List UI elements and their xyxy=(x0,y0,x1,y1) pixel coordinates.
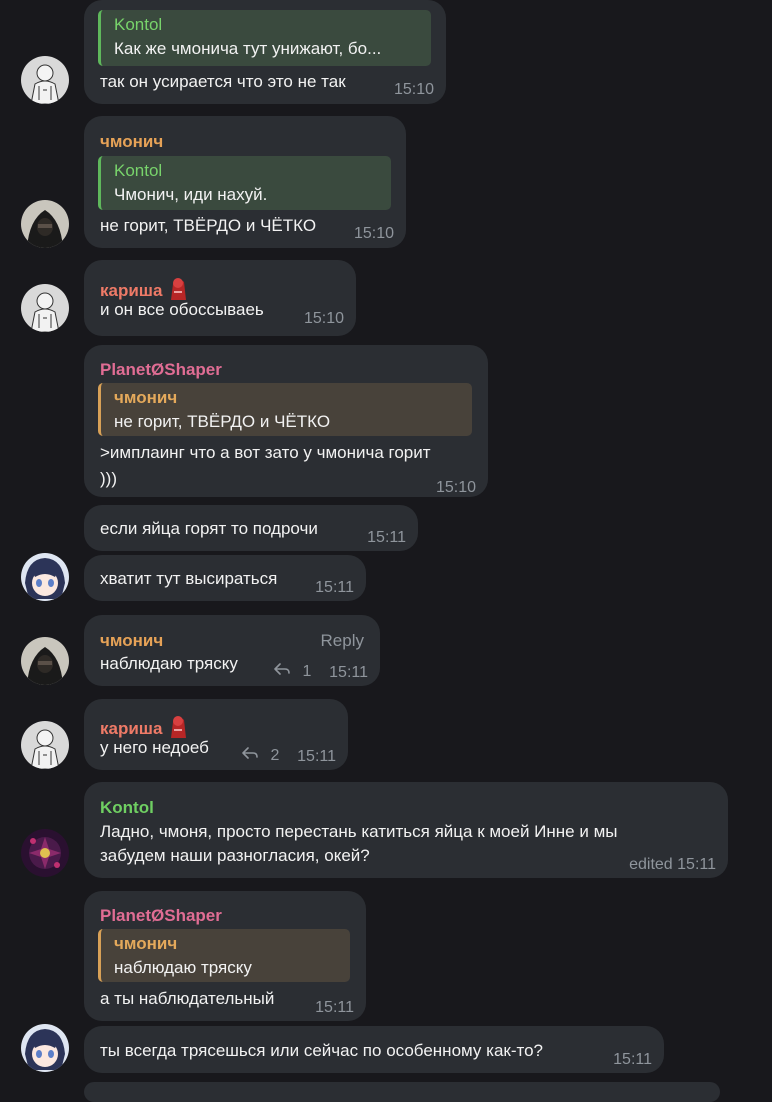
quote-text: Как же чмонича тут унижают, бо... xyxy=(114,39,382,58)
message-bubble[interactable]: чмонич Kontol Чмонич, иди нахуй. не гори… xyxy=(84,116,406,248)
message-text-line-2: забудем наши разногласия, окей? xyxy=(100,846,370,865)
avatar-planetshaper[interactable] xyxy=(21,1024,69,1072)
replies-indicator[interactable]: 2 xyxy=(242,744,279,768)
message-time: 15:11 xyxy=(297,748,336,765)
message-time: 15:11 xyxy=(329,664,368,681)
avatar-kontol[interactable] xyxy=(21,829,69,877)
quote-text: наблюдаю тряску xyxy=(114,958,252,977)
reply-quote[interactable]: чмонич наблюдаю тряску xyxy=(98,929,350,982)
message-text-line-1: Ладно, чмоня, просто перестань катиться … xyxy=(100,822,618,841)
message-time: 15:11 xyxy=(315,579,354,596)
reply-button[interactable]: Reply xyxy=(321,629,364,653)
replies-count: 1 xyxy=(302,663,312,680)
message-text: так он усирается что это не так xyxy=(100,72,346,91)
reply-arrow-icon xyxy=(242,747,258,764)
avatar-image xyxy=(21,284,69,332)
message-text: если яйца горят то подрочи xyxy=(100,519,318,538)
quote-sender: чмонич xyxy=(114,388,178,407)
message-bubble[interactable]: кариша и он все обоссываеь 15:10 xyxy=(84,260,356,336)
message-text: а ты наблюдательный xyxy=(100,989,275,1008)
avatar-karisha[interactable] xyxy=(21,721,69,769)
avatar-karisha[interactable] xyxy=(21,56,69,104)
message-time: 15:10 xyxy=(393,81,434,98)
message-time: edited 15:11 xyxy=(629,856,716,873)
replies-indicator[interactable]: 1 xyxy=(274,660,311,684)
message-bubble[interactable]: Kontol Ладно, чмоня, просто перестань ка… xyxy=(84,782,728,878)
quote-text: не горит, ТВЁРДО и ЧЁТКО xyxy=(114,412,331,431)
message-time: 15:10 xyxy=(303,310,344,327)
message-text: наблюдаю тряску xyxy=(100,654,238,673)
message-text-line-2: ))) xyxy=(100,469,117,488)
message-bubble[interactable]: кариша у него недоеб 2 15:11 xyxy=(84,699,348,770)
message-bubble[interactable]: если яйца горят то подрочи 15:11 xyxy=(84,505,418,551)
sender-name[interactable]: PlanetØShaper xyxy=(100,904,222,928)
message-text: не горит, ТВЁРДО и ЧЁТКО xyxy=(100,216,317,235)
avatar-chmonich[interactable] xyxy=(21,200,69,248)
avatar-image xyxy=(21,1024,69,1072)
avatar-karisha[interactable] xyxy=(21,284,69,332)
message-bubble[interactable]: чмонич Reply наблюдаю тряску 1 15:11 xyxy=(84,615,380,686)
quote-text: Чмонич, иди нахуй. xyxy=(114,185,268,204)
avatar-image xyxy=(21,56,69,104)
message-text-line-1: >имплаинг что а вот зато у чмонича горит xyxy=(100,443,431,462)
sender-name[interactable]: чмонич xyxy=(100,629,163,653)
avatar-image xyxy=(21,553,69,601)
message-time: 15:10 xyxy=(435,479,476,496)
avatar-planetshaper[interactable] xyxy=(21,553,69,601)
quote-sender: Kontol xyxy=(114,161,163,180)
reply-arrow-icon xyxy=(274,663,290,680)
message-bubble[interactable]: ты всегда трясешься или сейчас по особен… xyxy=(84,1026,664,1073)
avatar-image xyxy=(21,200,69,248)
replies-count: 2 xyxy=(270,747,280,764)
message-bubble[interactable]: хватит тут высираться 15:11 xyxy=(84,555,366,601)
message-bubble[interactable]: PlanetØShaper чмонич не горит, ТВЁРДО и … xyxy=(84,345,488,497)
message-text: и он все обоссываеь xyxy=(100,300,264,319)
message-time: 15:11 xyxy=(367,529,406,546)
reply-quote[interactable]: чмонич не горит, ТВЁРДО и ЧЁТКО xyxy=(98,383,472,436)
message-text: ты всегда трясешься или сейчас по особен… xyxy=(100,1041,543,1060)
sender-name[interactable]: Kontol xyxy=(100,796,154,820)
message-time: 15:11 xyxy=(315,999,354,1016)
avatar-image xyxy=(21,721,69,769)
message-text: хватит тут высираться xyxy=(100,569,278,588)
message-time: 15:11 xyxy=(613,1051,652,1068)
reply-quote[interactable]: Kontol Чмонич, иди нахуй. xyxy=(98,156,391,210)
message-time: 15:10 xyxy=(353,225,394,242)
sender-name[interactable]: PlanetØShaper xyxy=(100,358,222,382)
sender-name[interactable]: чмонич xyxy=(100,130,163,154)
message-text: у него недоеб xyxy=(100,738,209,757)
quote-sender: чмонич xyxy=(114,934,178,953)
avatar-image xyxy=(21,829,69,877)
quote-sender: Kontol xyxy=(114,15,163,34)
message-bubble[interactable]: Kontol Как же чмонича тут унижают, бо...… xyxy=(84,0,446,104)
avatar-image xyxy=(21,637,69,685)
reply-quote[interactable]: Kontol Как же чмонича тут унижают, бо... xyxy=(98,10,431,66)
message-bubble[interactable]: PlanetØShaper чмонич наблюдаю тряску а т… xyxy=(84,891,366,1021)
message-bubble-partial[interactable] xyxy=(84,1082,720,1102)
avatar-chmonich[interactable] xyxy=(21,637,69,685)
